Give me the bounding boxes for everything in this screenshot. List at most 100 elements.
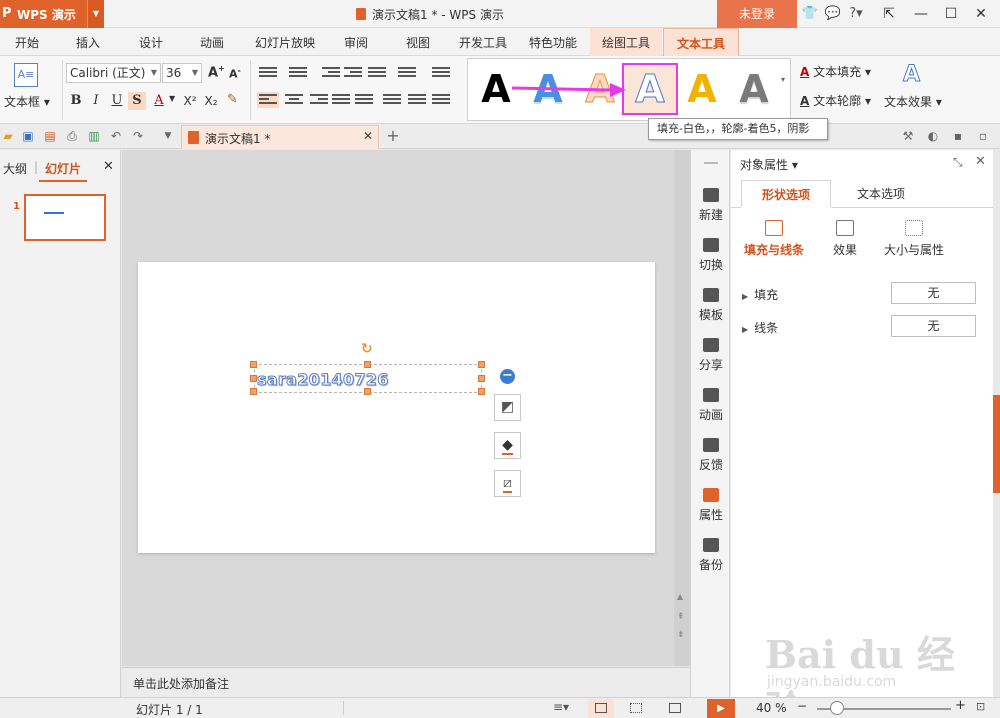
- close-tab-icon[interactable]: ✕: [363, 129, 373, 143]
- scroll-up-icon[interactable]: ▲: [677, 592, 683, 601]
- font-name-select[interactable]: Calibri (正文) ▼: [66, 63, 161, 83]
- text-effect-button[interactable]: 文本效果 ▾: [884, 93, 942, 110]
- normal-view-icon[interactable]: [588, 699, 614, 718]
- subtab-fill-line[interactable]: 填充与线条: [734, 220, 814, 258]
- customize-dropdown-icon[interactable]: ▼: [160, 128, 176, 144]
- resize-handle[interactable]: [478, 388, 485, 395]
- subtab-size-properties[interactable]: 大小与属性: [874, 220, 954, 258]
- export-pdf-icon[interactable]: ▤: [42, 128, 58, 144]
- print-icon[interactable]: ⎙: [64, 128, 80, 144]
- close-icon[interactable]: ✕: [975, 154, 986, 169]
- underline-button[interactable]: U: [108, 92, 126, 110]
- maximize-icon[interactable]: ☐: [938, 2, 964, 26]
- style-white-fill-outline[interactable]: A: [622, 63, 678, 115]
- chevron-down-icon[interactable]: ▼: [169, 94, 175, 103]
- font-size-select[interactable]: 36 ▼: [162, 63, 202, 83]
- tab-features[interactable]: 特色功能: [523, 28, 583, 56]
- tab-text-tools[interactable]: 文本工具: [663, 28, 739, 56]
- paragraph-spacing-icon[interactable]: [408, 92, 426, 108]
- resize-handle[interactable]: [478, 361, 485, 368]
- gallery-more-icon[interactable]: ▾: [781, 75, 785, 84]
- text-fill-button[interactable]: A 文本填充 ▾: [800, 63, 871, 80]
- next-slide-icon[interactable]: ⇟: [677, 630, 685, 640]
- line-spacing-icon[interactable]: [383, 92, 401, 108]
- fit-window-icon[interactable]: ⊡: [976, 700, 985, 713]
- subtab-effects[interactable]: 效果: [805, 220, 885, 258]
- resize-handle[interactable]: [364, 388, 371, 395]
- panel-icon[interactable]: ▫: [975, 128, 991, 144]
- play-slideshow-icon[interactable]: ▶: [707, 699, 735, 718]
- line-section[interactable]: ▶ 线条: [742, 319, 778, 336]
- resize-handle[interactable]: [250, 375, 257, 382]
- textbox-button[interactable]: 文本框 ▾: [4, 93, 50, 110]
- numbered-list-icon[interactable]: [289, 65, 307, 81]
- textbox-content[interactable]: sara20140726: [257, 370, 389, 390]
- text-border-icon[interactable]: [398, 65, 416, 81]
- slide-sorter-icon[interactable]: [623, 699, 649, 718]
- new-tab-icon[interactable]: +: [385, 128, 401, 144]
- dock-icon[interactable]: ⤡: [953, 155, 963, 170]
- slide[interactable]: [138, 262, 655, 553]
- chevron-down-icon[interactable]: ▼: [87, 0, 104, 28]
- sidebar-item-properties[interactable]: 属性: [691, 488, 731, 523]
- tab-slides[interactable]: 幻灯片: [45, 160, 81, 177]
- font-color-button[interactable]: A: [150, 92, 168, 110]
- prev-slide-icon[interactable]: ⇞: [677, 612, 685, 622]
- bold-button[interactable]: B: [67, 92, 85, 110]
- columns-icon[interactable]: [368, 65, 386, 81]
- distribute-icon[interactable]: [355, 92, 373, 108]
- reading-view-icon[interactable]: [662, 699, 688, 718]
- zoom-out-icon[interactable]: −: [797, 699, 807, 713]
- shape-style-button[interactable]: ◩: [494, 394, 521, 421]
- resize-handle[interactable]: [250, 388, 257, 395]
- tab-outline[interactable]: 大纲: [3, 160, 27, 177]
- tab-start[interactable]: 开始: [3, 28, 51, 56]
- sidebar-item-transition[interactable]: 切换: [691, 238, 731, 273]
- tab-view[interactable]: 视图: [394, 28, 442, 56]
- outline-button[interactable]: ⧄: [494, 470, 521, 497]
- decrease-indent-icon[interactable]: [322, 65, 340, 81]
- font-grow-icon[interactable]: A+: [208, 64, 225, 80]
- style-gold[interactable]: A: [676, 63, 728, 115]
- align-center-icon[interactable]: [285, 92, 303, 108]
- shirt-skin-icon[interactable]: 👕: [800, 4, 820, 24]
- tool-icon[interactable]: ⚒: [900, 128, 916, 144]
- close-pane-icon[interactable]: ✕: [103, 159, 114, 174]
- rotate-handle-icon[interactable]: ↻: [361, 341, 373, 357]
- resize-handle[interactable]: [478, 375, 485, 382]
- italic-button[interactable]: I: [87, 92, 105, 110]
- restore-window-icon[interactable]: ⇱: [876, 2, 902, 26]
- properties-title[interactable]: 对象属性 ▾: [740, 156, 798, 173]
- close-icon[interactable]: ✕: [968, 2, 994, 26]
- align-right-icon[interactable]: [310, 92, 328, 108]
- tab-animation[interactable]: 动画: [188, 28, 236, 56]
- open-folder-icon[interactable]: ▰: [0, 128, 16, 144]
- zoom-level[interactable]: 40 %: [756, 701, 787, 715]
- comment-icon[interactable]: ▪: [950, 128, 966, 144]
- increase-indent-icon[interactable]: [344, 65, 362, 81]
- app-menu-button[interactable]: P WPS 演示 ▼: [0, 0, 104, 28]
- bullet-list-icon[interactable]: [259, 65, 277, 81]
- redo-icon[interactable]: ↷: [130, 128, 146, 144]
- tab-design[interactable]: 设计: [127, 28, 175, 56]
- line-dropdown[interactable]: 无: [891, 315, 976, 337]
- print-preview-icon[interactable]: ▥: [86, 128, 102, 144]
- slide-thumbnail[interactable]: [24, 194, 106, 241]
- tab-slideshow[interactable]: 幻灯片放映: [249, 28, 321, 56]
- sidebar-item-feedback[interactable]: 反馈: [691, 438, 731, 473]
- text-align-vertical-icon[interactable]: [432, 92, 450, 108]
- sidebar-item-new[interactable]: 新建: [691, 188, 731, 223]
- superscript-button[interactable]: X²: [180, 92, 200, 110]
- resize-handle[interactable]: [364, 361, 371, 368]
- tab-developer[interactable]: 开发工具: [453, 28, 513, 56]
- undo-icon[interactable]: ↶: [108, 128, 124, 144]
- resize-handle[interactable]: [250, 361, 257, 368]
- sidebar-item-backup[interactable]: 备份: [691, 538, 731, 573]
- fill-section[interactable]: ▶ 填充: [742, 286, 778, 303]
- text-outline-button[interactable]: A 文本轮廓 ▾: [800, 92, 871, 109]
- align-left-icon[interactable]: [257, 92, 279, 108]
- justify-icon[interactable]: [332, 92, 350, 108]
- tab-shape-options[interactable]: 形状选项: [741, 180, 831, 208]
- shadow-button[interactable]: S: [128, 92, 146, 110]
- help-icon[interactable]: ?▾: [846, 4, 866, 24]
